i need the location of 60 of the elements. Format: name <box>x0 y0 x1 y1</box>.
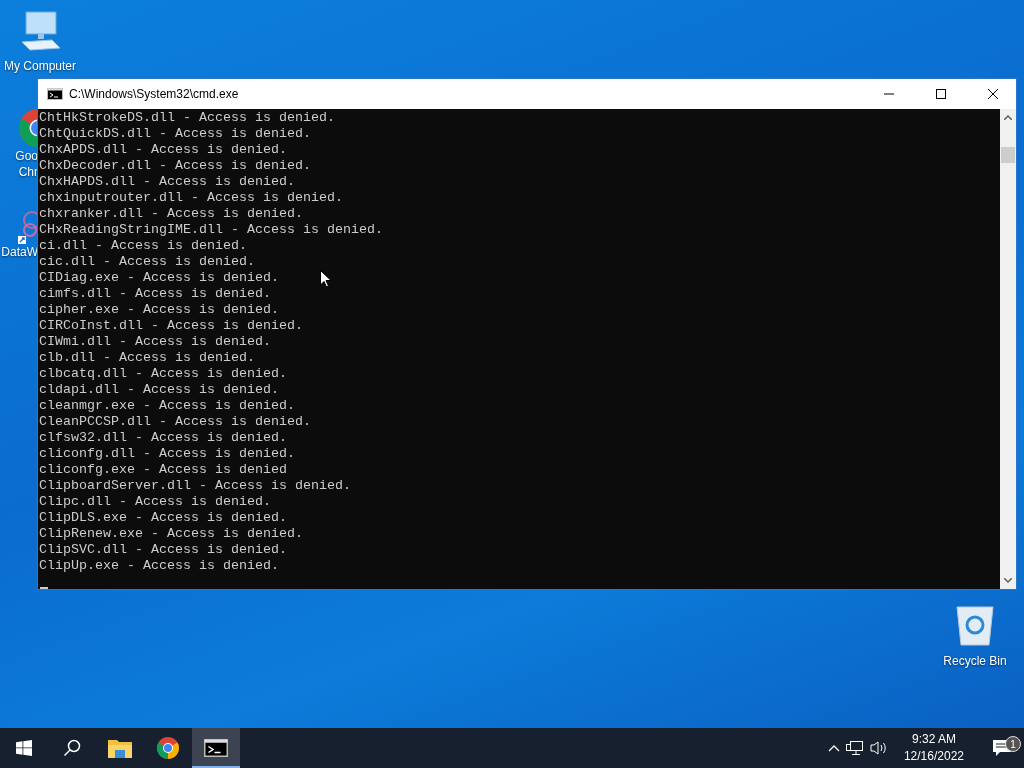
console-line: cldapi.dll - Access is denied. <box>39 382 279 398</box>
console-line: cipher.exe - Access is denied. <box>39 302 279 318</box>
console-line: cimfs.dll - Access is denied. <box>39 286 271 302</box>
console-line: cleanmgr.exe - Access is denied. <box>39 398 295 414</box>
molecule-icon[interactable] <box>18 208 38 244</box>
search-icon <box>63 739 81 757</box>
chrome-icon[interactable] <box>156 736 180 760</box>
console-line: CIWmi.dll - Access is denied. <box>39 334 271 350</box>
mouse-pointer-icon <box>320 270 332 288</box>
close-icon <box>988 89 998 99</box>
console-line: ClipUp.exe - Access is denied. <box>39 558 279 574</box>
console-line: ChtQuickDS.dll - Access is denied. <box>39 126 311 142</box>
console-line: clbcatq.dll - Access is denied. <box>39 366 287 382</box>
console-line: ChtHkStrokeDS.dll - Access is denied. <box>39 110 335 126</box>
clock-time: 9:32 AM <box>911 731 956 748</box>
clock-date: 12/16/2022 <box>903 748 964 765</box>
window-title: C:\Windows\System32\cmd.exe <box>69 87 240 101</box>
scrollbar[interactable] <box>1000 109 1016 589</box>
scroll-thumb[interactable] <box>1001 147 1015 163</box>
text-cursor <box>40 587 48 589</box>
console-line: cliconfg.dll - Access is denied. <box>39 446 295 462</box>
console-line: CIDiag.exe - Access is denied. <box>39 270 279 286</box>
console-line: ClipDLS.exe - Access is denied. <box>39 510 287 526</box>
console-line: ChxHAPDS.dll - Access is denied. <box>39 174 295 190</box>
icon-label: Chr <box>18 164 38 180</box>
network-icon[interactable] <box>845 740 864 756</box>
recycle-bin-icon[interactable] <box>955 603 995 647</box>
clock[interactable]: 9:32 AM 12/16/2022 <box>893 731 974 765</box>
console-line: cliconfg.exe - Access is denied <box>39 462 287 478</box>
console-line: chxranker.dll - Access is denied. <box>39 206 303 222</box>
console-line: CleanPCCSP.dll - Access is denied. <box>39 414 311 430</box>
taskbar-app-button[interactable] <box>192 728 240 768</box>
console-line: ClipRenew.exe - Access is denied. <box>39 526 303 542</box>
console-line: CIRCoInst.dll - Access is denied. <box>39 318 303 334</box>
folder-icon <box>108 738 132 758</box>
chevron-up-icon[interactable] <box>827 744 840 752</box>
cmd-icon <box>47 88 63 100</box>
console-line: ci.dll - Access is denied. <box>39 238 247 254</box>
console-line: clb.dll - Access is denied. <box>39 350 255 366</box>
cmd-icon <box>204 739 228 757</box>
console-line: chxinputrouter.dll - Access is denied. <box>39 190 343 206</box>
console-line: clfsw32.dll - Access is denied. <box>39 430 287 446</box>
console-line: ClipSVC.dll - Access is denied. <box>39 542 287 558</box>
notification-count: 1 <box>1005 736 1021 752</box>
console-line: ChxAPDS.dll - Access is denied. <box>39 142 287 158</box>
notification-button[interactable]: 1 <box>980 739 1024 757</box>
icon-label: My Computer <box>4 58 76 74</box>
console-line: CHxReadingStringIME.dll - Access is denied. <box>39 222 383 238</box>
icon-label: DataW <box>1 244 38 260</box>
scroll-down-icon[interactable] <box>1004 578 1012 583</box>
speaker-icon[interactable] <box>869 740 888 756</box>
icon-label: Recycle Bin <box>943 653 1007 669</box>
maximize-icon <box>936 89 946 99</box>
console-line: cic.dll - Access is denied. <box>39 254 255 270</box>
console-line: ClipboardServer.dll - Access is denied. <box>39 478 351 494</box>
icon-label: Goo <box>15 148 38 164</box>
windows-logo-icon <box>16 740 32 756</box>
scroll-up-icon[interactable] <box>1004 115 1012 120</box>
console-line: Clipc.dll - Access is denied. <box>39 494 271 510</box>
console-line: ChxDecoder.dll - Access is denied. <box>39 158 311 174</box>
